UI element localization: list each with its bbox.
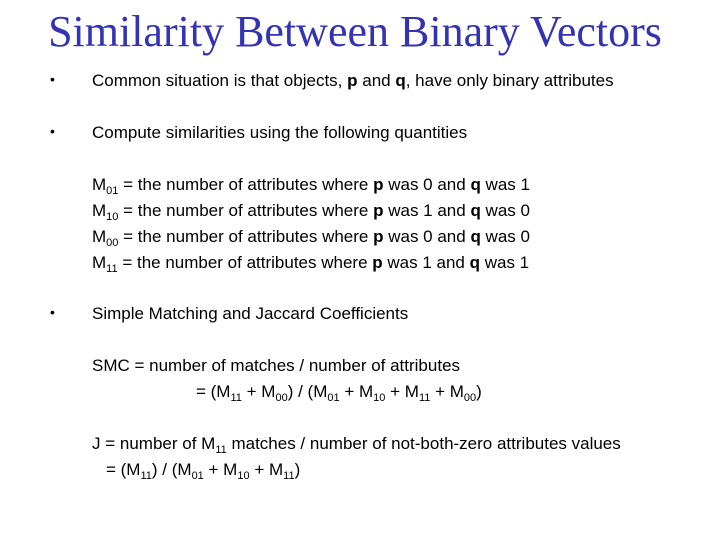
text-segment: was 1 [480,253,530,272]
text-segment: = the number of attributes where [117,253,373,272]
subscript: 11 [230,392,242,404]
text-segment: + M [339,382,374,401]
var-p: p [372,253,383,272]
smc-line-2: = (M11 + M00) / (M01 + M10 + M11 + M00) [196,382,482,404]
text-segment: was 1 [480,175,530,194]
subscript: 11 [418,392,431,404]
text-segment: ) / (M [287,382,328,401]
subscript: 11 [106,263,118,275]
bullet-text: Common situation is that objects, p and … [92,71,614,91]
subscript: 01 [106,185,119,197]
symbol-m: M [92,253,107,272]
text-segment: = the number of attributes where [118,201,374,220]
text-segment: = the number of attributes where [118,175,374,194]
subscript: 10 [237,470,250,482]
bullet-icon: • [50,123,55,139]
text-segment: was 0 [480,201,530,220]
text-segment: and [357,71,396,90]
text-segment: was 1 and [383,201,471,220]
var-q: q [395,71,406,90]
bullet-text: Simple Matching and Jaccard Coefficients [92,304,409,323]
text-segment: ) [294,460,301,479]
bullet-icon: • [50,71,55,87]
subscript: 00 [106,237,119,249]
text-segment: = the number of attributes where [118,227,374,246]
symbol-m: M [92,227,107,246]
var-q: q [470,175,481,194]
jaccard-line-1: J = number of M11 matches / number of no… [92,434,621,456]
text-segment: matches / number of not-both-zero attrib… [226,434,621,453]
symbol-m: M [92,175,107,194]
smc-line-1: SMC = number of matches / number of attr… [92,356,461,375]
text-segment: + M [203,460,238,479]
subscript: 10 [373,392,386,404]
text-segment: J = number of M [92,434,216,453]
text-segment: + M [385,382,419,401]
subscript: 00 [463,392,477,404]
text-segment: ) [476,382,482,401]
slide: Similarity Between Binary Vectors • Comm… [0,0,720,540]
var-p: p [373,227,384,246]
subscript: 11 [283,470,295,482]
subscript: 01 [327,392,340,404]
jaccard-line-2: = (M11) / (M01 + M10 + M11) [106,460,301,482]
subscript: 10 [106,211,119,223]
slide-title: Similarity Between Binary Vectors [48,7,662,56]
text-segment: + M [249,460,284,479]
var-p: p [373,201,384,220]
subscript: 01 [191,470,204,482]
var-q: q [469,253,480,272]
var-q: q [470,227,481,246]
var-p: p [373,175,384,194]
text-segment: , have only binary attributes [405,71,614,90]
subscript: 11 [140,470,152,482]
text-segment: was 0 and [383,227,471,246]
text-segment: + M [241,382,276,401]
var-q: q [470,201,481,220]
text-segment: was 0 and [383,175,471,194]
symbol-m: M [92,201,107,220]
bullet-icon: • [50,304,55,320]
text-segment: = (M [196,382,231,401]
text-segment: was 1 and [382,253,470,272]
text-segment: ) / (M [151,460,192,479]
subscript: 00 [275,392,288,404]
subscript: 11 [215,444,227,456]
text-segment: was 0 [480,227,530,246]
text-segment: + M [430,382,464,401]
var-p: p [347,71,358,90]
text-segment: Common situation is that objects, [92,71,348,90]
bullet-text: Compute similarities using the following… [92,123,468,142]
text-segment: = (M [106,460,141,479]
